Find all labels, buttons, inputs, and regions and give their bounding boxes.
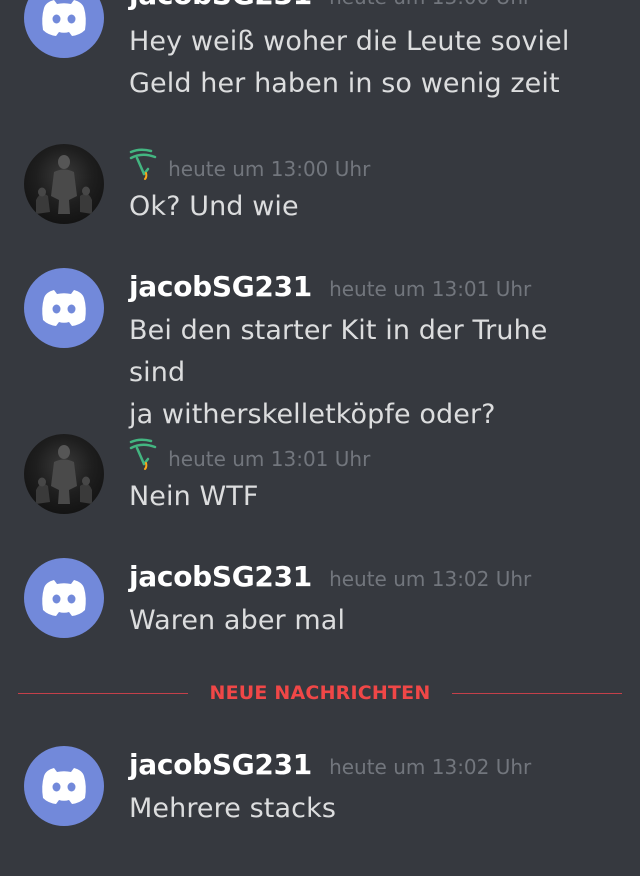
message-header: heute um 13:00 Uhr: [129, 146, 370, 181]
photo-avatar[interactable]: [24, 434, 104, 514]
message-content: Nein WTF: [129, 476, 609, 518]
message-header: heute um 13:01 Uhr: [129, 436, 370, 471]
message-header: jacobSG231 heute um 13:02 Uhr: [129, 560, 531, 593]
discord-avatar[interactable]: [24, 558, 104, 638]
message-line: ja witherskelletköpfe oder?: [129, 399, 496, 430]
message-content: Mehrere stacks: [129, 788, 609, 830]
photo-avatar[interactable]: [24, 144, 104, 224]
username[interactable]: jacobSG231: [129, 560, 312, 593]
discord-logo-icon: [42, 580, 86, 616]
timestamp: heute um 13:01 Uhr: [329, 277, 532, 301]
chat-message-list: jacobSG231 heute um 13:00 Uhr Hey weiß w…: [0, 0, 640, 876]
green-badge-icon: [129, 148, 157, 180]
message-line: Ok? Und wie: [129, 191, 299, 222]
message-line: Bei den starter Kit in der Truhe sind: [129, 315, 548, 388]
username[interactable]: jacobSG231: [129, 0, 312, 11]
username[interactable]: jacobSG231: [129, 270, 312, 303]
green-badge-icon: [129, 438, 157, 470]
timestamp: heute um 13:02 Uhr: [329, 755, 532, 779]
timestamp: heute um 13:01 Uhr: [168, 447, 371, 471]
message-content: Bei den starter Kit in der Truhe sind ja…: [129, 310, 609, 436]
message-content: Waren aber mal: [129, 600, 609, 642]
message-header: jacobSG231 heute um 13:00 Uhr: [129, 0, 531, 11]
discord-logo-icon: [42, 0, 86, 36]
message-content: Ok? Und wie: [129, 186, 609, 228]
discord-logo-icon: [42, 768, 86, 804]
new-messages-label: NEUE NACHRICHTEN: [188, 678, 452, 708]
discord-avatar[interactable]: [24, 746, 104, 826]
message-header: jacobSG231 heute um 13:01 Uhr: [129, 270, 531, 303]
message-line: Geld her haben in so wenig zeit: [129, 68, 560, 99]
message-line: Hey weiß woher die Leute soviel: [129, 26, 570, 57]
message-line: Waren aber mal: [129, 605, 346, 636]
discord-avatar[interactable]: [24, 268, 104, 348]
message-line: Nein WTF: [129, 481, 259, 512]
timestamp: heute um 13:02 Uhr: [329, 567, 532, 591]
username[interactable]: jacobSG231: [129, 748, 312, 781]
message-content: Hey weiß woher die Leute soviel Geld her…: [129, 21, 609, 105]
discord-logo-icon: [42, 290, 86, 326]
timestamp: heute um 13:00 Uhr: [168, 157, 371, 181]
message-line: Mehrere stacks: [129, 793, 336, 824]
message-header: jacobSG231 heute um 13:02 Uhr: [129, 748, 531, 781]
timestamp: heute um 13:00 Uhr: [329, 0, 531, 9]
discord-avatar[interactable]: [24, 0, 104, 58]
